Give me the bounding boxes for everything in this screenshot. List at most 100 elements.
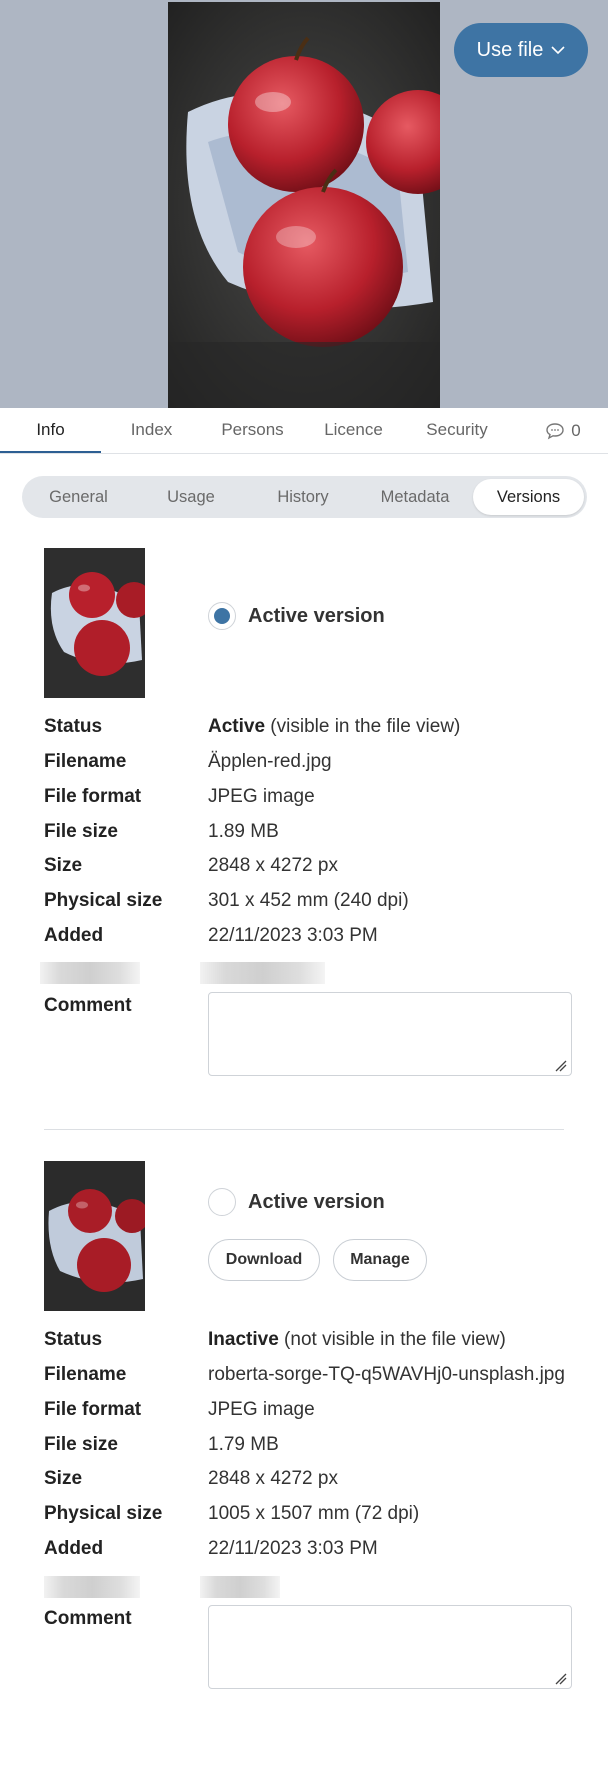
file-size-value: 1.79 MB xyxy=(208,1434,279,1455)
physical-size-label: Physical size xyxy=(44,1503,163,1524)
active-version-label: Active version xyxy=(248,604,385,627)
added-value: 22/11/2023 3:03 PM xyxy=(208,1538,378,1559)
size-value: 2848 x 4272 px xyxy=(208,855,338,876)
status-value: Inactive (not visible in the file view) xyxy=(208,1325,574,1355)
filename-row: Filename Äpplen-red.jpg xyxy=(44,747,574,777)
radio-unselected[interactable] xyxy=(208,1188,236,1216)
version-thumbnail[interactable] xyxy=(44,1161,145,1311)
download-button[interactable]: Download xyxy=(208,1239,320,1281)
filename-value: roberta-sorge-TQ-q5WAVHj0-unsplash.jpg xyxy=(208,1364,565,1385)
redacted-label xyxy=(40,962,140,984)
file-size-row: File size 1.79 MB xyxy=(44,1430,574,1460)
preview-area: Use file xyxy=(0,0,608,408)
comment-field[interactable] xyxy=(208,1605,572,1689)
tab-persons-label: Persons xyxy=(221,420,284,439)
main-tabs: Info Index Persons Licence Security 0 xyxy=(0,408,608,454)
added-row: Added 22/11/2023 3:03 PM xyxy=(44,1534,574,1564)
chevron-down-icon xyxy=(551,46,565,55)
comment-count: 0 xyxy=(571,420,581,440)
use-file-button[interactable]: Use file xyxy=(454,23,588,77)
status-value: Active (visible in the file view) xyxy=(208,712,574,742)
resize-handle-icon[interactable] xyxy=(554,1059,568,1073)
physical-size-label: Physical size xyxy=(44,890,163,911)
filename-value: Äpplen-red.jpg xyxy=(208,751,332,772)
status-note: (visible in the file view) xyxy=(265,716,461,737)
status-row: Status Inactive (not visible in the file… xyxy=(44,1325,574,1355)
use-file-label: Use file xyxy=(476,38,544,61)
tab-persons[interactable]: Persons xyxy=(202,408,303,453)
active-tab-indicator xyxy=(0,451,101,453)
info-subtabs: General Usage History Metadata Versions xyxy=(22,476,587,518)
file-format-label: File format xyxy=(44,786,142,807)
file-format-value: JPEG image xyxy=(208,1399,315,1420)
physical-size-value: 301 x 452 mm (240 dpi) xyxy=(208,890,409,911)
redacted-label xyxy=(44,1576,140,1598)
preview-image[interactable] xyxy=(168,2,440,408)
comment-label: Comment xyxy=(44,1608,132,1629)
subtab-general[interactable]: General xyxy=(22,476,135,518)
added-label: Added xyxy=(44,925,104,946)
status-label: Status xyxy=(44,1329,103,1350)
tab-licence[interactable]: Licence xyxy=(303,408,404,453)
active-version-label: Active version xyxy=(248,1190,385,1213)
file-format-row: File format JPEG image xyxy=(44,782,574,812)
tab-security[interactable]: Security xyxy=(404,408,510,453)
physical-size-row: Physical size 1005 x 1507 mm (72 dpi) xyxy=(44,1499,574,1529)
tab-index-label: Index xyxy=(130,420,173,439)
radio-dot xyxy=(214,608,230,624)
filename-row: Filename roberta-sorge-TQ-q5WAVHj0-unspl… xyxy=(44,1360,574,1390)
size-row: Size 2848 x 4272 px xyxy=(44,851,574,881)
version-thumbnail[interactable] xyxy=(44,548,145,698)
tab-index[interactable]: Index xyxy=(101,408,202,453)
filename-label: Filename xyxy=(44,1364,127,1385)
redacted-value xyxy=(200,1576,280,1598)
file-format-row: File format JPEG image xyxy=(44,1395,574,1425)
status-label: Status xyxy=(44,716,103,737)
status-strong: Inactive xyxy=(208,1329,279,1350)
file-size-label: File size xyxy=(44,821,118,842)
tab-comments[interactable]: 0 xyxy=(530,408,596,453)
subtab-metadata-label: Metadata xyxy=(380,488,450,506)
resize-handle-icon[interactable] xyxy=(554,1672,568,1686)
size-label: Size xyxy=(44,1468,83,1489)
subtab-usage[interactable]: Usage xyxy=(135,476,247,518)
subtab-versions-label: Versions xyxy=(496,488,561,506)
comment-icon xyxy=(546,422,564,439)
status-row: Status Active (visible in the file view) xyxy=(44,712,574,742)
tab-security-label: Security xyxy=(426,420,488,439)
added-value: 22/11/2023 3:03 PM xyxy=(208,925,378,946)
status-note: (not visible in the file view) xyxy=(278,1329,506,1350)
filename-label: Filename xyxy=(44,751,127,772)
file-size-value: 1.89 MB xyxy=(208,821,279,842)
subtab-history[interactable]: History xyxy=(247,476,359,518)
manage-label: Manage xyxy=(350,1251,410,1268)
download-label: Download xyxy=(225,1251,303,1268)
file-format-label: File format xyxy=(44,1399,142,1420)
subtab-metadata[interactable]: Metadata xyxy=(359,476,471,518)
subtab-history-label: History xyxy=(277,488,329,506)
subtab-usage-label: Usage xyxy=(167,488,215,506)
size-label: Size xyxy=(44,855,83,876)
subtab-general-label: General xyxy=(49,488,108,506)
added-label: Added xyxy=(44,1538,104,1559)
manage-button[interactable]: Manage xyxy=(333,1239,427,1281)
file-size-row: File size 1.89 MB xyxy=(44,817,574,847)
file-format-value: JPEG image xyxy=(208,786,315,807)
comment-field[interactable] xyxy=(208,992,572,1076)
subtab-versions[interactable]: Versions xyxy=(473,479,584,515)
added-row: Added 22/11/2023 3:03 PM xyxy=(44,921,574,951)
tab-info[interactable]: Info xyxy=(0,408,101,453)
tab-licence-label: Licence xyxy=(324,420,383,439)
active-version-radio[interactable]: Active version xyxy=(208,1188,385,1216)
physical-size-value: 1005 x 1507 mm (72 dpi) xyxy=(208,1503,420,1524)
redacted-value xyxy=(200,962,325,984)
status-strong: Active xyxy=(208,716,266,737)
radio-selected[interactable] xyxy=(208,602,236,630)
physical-size-row: Physical size 301 x 452 mm (240 dpi) xyxy=(44,886,574,916)
comment-label: Comment xyxy=(44,995,132,1016)
active-version-radio[interactable]: Active version xyxy=(208,602,385,630)
tab-info-label: Info xyxy=(36,420,65,439)
file-size-label: File size xyxy=(44,1434,118,1455)
version-divider xyxy=(44,1129,564,1130)
size-value: 2848 x 4272 px xyxy=(208,1468,338,1489)
